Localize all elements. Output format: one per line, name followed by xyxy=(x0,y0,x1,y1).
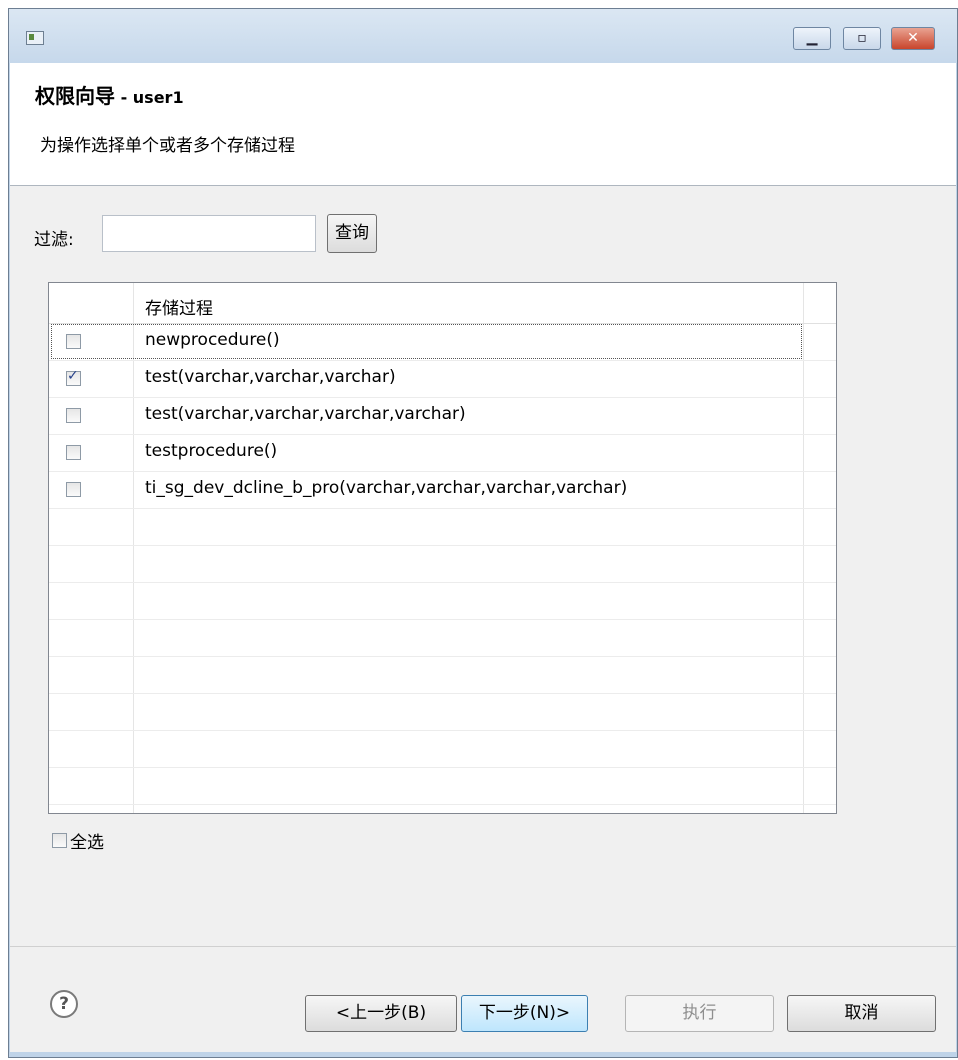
help-icon[interactable]: ? xyxy=(50,990,78,1018)
cancel-button[interactable]: 取消 xyxy=(787,995,936,1032)
empty-row xyxy=(49,693,836,731)
table-row[interactable]: test(varchar,varchar,varchar) xyxy=(49,360,836,398)
row-checkbox[interactable] xyxy=(66,482,81,497)
wizard-window: ▁ ▫ ✕ 权限向导 - user1 为操作选择单个或者多个存储过程 过滤: 查… xyxy=(8,8,958,1058)
empty-row xyxy=(49,619,836,657)
empty-row xyxy=(49,656,836,694)
table-row[interactable]: testprocedure() xyxy=(49,434,836,472)
empty-row xyxy=(49,508,836,546)
back-button[interactable]: <上一步(B) xyxy=(305,995,457,1032)
filter-input[interactable] xyxy=(102,215,316,252)
table-row[interactable]: ti_sg_dev_dcline_b_pro(varchar,varchar,v… xyxy=(49,471,836,509)
execute-button[interactable]: 执行 xyxy=(625,995,774,1032)
query-button[interactable]: 查询 xyxy=(327,214,377,253)
table-row[interactable]: test(varchar,varchar,varchar,varchar) xyxy=(49,397,836,435)
empty-row xyxy=(49,767,836,805)
empty-row xyxy=(49,730,836,768)
page-title: 权限向导 - user1 xyxy=(35,80,184,109)
row-checkbox[interactable] xyxy=(66,408,81,423)
wizard-description: 为操作选择单个或者多个存储过程 xyxy=(40,136,295,156)
close-button[interactable]: ✕ xyxy=(891,27,935,50)
procedure-name: ti_sg_dev_dcline_b_pro(varchar,varchar,v… xyxy=(145,478,628,498)
row-checkbox[interactable] xyxy=(66,445,81,460)
wizard-subtitle: - user1 xyxy=(115,88,184,107)
app-icon xyxy=(26,31,44,45)
empty-row xyxy=(49,545,836,583)
procedure-name: newprocedure() xyxy=(145,330,280,350)
title-bar: ▁ ▫ ✕ xyxy=(9,9,957,63)
select-all-checkbox[interactable] xyxy=(52,833,67,848)
wizard-title: 权限向导 xyxy=(35,84,115,108)
procedure-name: test(varchar,varchar,varchar,varchar) xyxy=(145,404,466,424)
wizard-content: 过滤: 查询 存储过程 newprocedure() test(varchar,… xyxy=(10,186,956,946)
wizard-header: 权限向导 - user1 为操作选择单个或者多个存储过程 xyxy=(10,63,956,186)
minimize-button[interactable]: ▁ xyxy=(793,27,831,50)
table-row[interactable]: newprocedure() xyxy=(49,323,836,361)
maximize-button[interactable]: ▫ xyxy=(843,27,881,50)
select-all-label[interactable]: 全选 xyxy=(70,828,104,853)
column-header-procedure[interactable]: 存储过程 xyxy=(145,294,213,319)
filter-label: 过滤: xyxy=(34,230,74,250)
empty-row xyxy=(49,582,836,620)
procedure-name: test(varchar,varchar,varchar) xyxy=(145,367,396,387)
next-button[interactable]: 下一步(N)> xyxy=(461,995,588,1032)
row-checkbox[interactable] xyxy=(66,334,81,349)
procedure-name: testprocedure() xyxy=(145,441,278,461)
row-checkbox[interactable] xyxy=(66,368,81,386)
procedure-table: 存储过程 newprocedure() test(varchar,varchar… xyxy=(48,282,837,814)
table-header: 存储过程 xyxy=(49,283,836,324)
button-bar: ? <上一步(B) 下一步(N)> 执行 取消 xyxy=(10,946,956,1052)
